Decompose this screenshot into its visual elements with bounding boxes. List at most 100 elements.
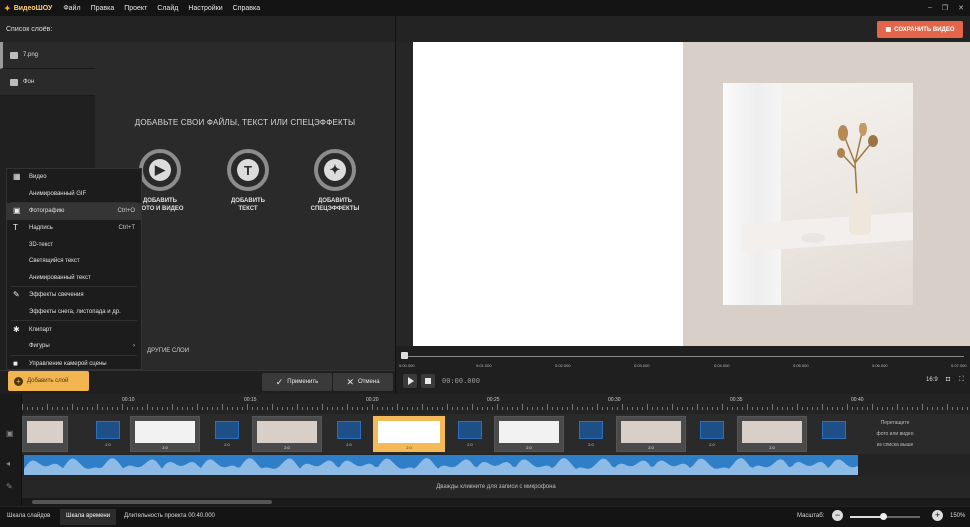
clip-duration: 2.0	[648, 445, 654, 450]
slide-clip[interactable]	[22, 416, 68, 452]
layer-item-background[interactable]: Фон	[0, 69, 95, 96]
clapper-icon: ▶	[149, 159, 171, 181]
play-button[interactable]	[403, 374, 417, 388]
menu-item-3d-text[interactable]: 3D-текст	[7, 236, 141, 253]
transition-clip[interactable]: 2.0	[458, 421, 482, 447]
transition-clip[interactable]	[822, 421, 846, 439]
clip-duration: 2.0	[588, 442, 594, 447]
scrollbar-thumb[interactable]	[32, 500, 272, 504]
ruler-tick	[412, 407, 413, 410]
menu-item-animated-text[interactable]: Анимированный текст	[7, 270, 141, 287]
maximize-icon[interactable]: ❐	[942, 4, 948, 12]
slide-clip[interactable]: 2.0	[130, 416, 200, 452]
ruler-tick	[947, 404, 948, 410]
slide-clip[interactable]: 2.0	[737, 416, 807, 452]
transition-clip[interactable]: 2.0	[337, 421, 361, 447]
menu-item-shapes[interactable]: Фигуры ›	[7, 338, 141, 355]
ruler-tick	[532, 407, 533, 410]
ruler-tick	[297, 404, 298, 410]
app-window: ✦ ВидеоШОУ Файл Правка Проект Слайд Наст…	[0, 0, 970, 527]
menu-item-gif[interactable]: Анимированный GIF	[7, 186, 141, 203]
ruler-tick	[252, 407, 253, 410]
menu-item-photo[interactable]: ▣ Фотографию Ctrl+O	[7, 203, 141, 220]
tab-slide-timeline[interactable]: Шкала слайдов	[4, 511, 53, 523]
add-effects-button[interactable]: ✦ ДОБАВИТЬ СПЕЦЭФФЕКТЫ	[300, 149, 370, 213]
scrub-handle[interactable]	[401, 352, 408, 359]
ruler-tick	[67, 407, 68, 410]
scrub-track[interactable]	[404, 356, 964, 357]
minimize-icon[interactable]: –	[928, 4, 932, 12]
menu-item-label: 3D-текст	[29, 241, 54, 248]
magic-wand-icon: ✎	[13, 290, 20, 300]
zoom-slider-knob[interactable]	[879, 513, 887, 520]
menu-item-snow-effects[interactable]: Эффекты снега, листопада и др.	[7, 304, 141, 321]
menu-item-glow-effects[interactable]: ✎ Эффекты свечения	[7, 287, 141, 304]
waveform-path	[24, 458, 858, 475]
ruler-tick	[707, 407, 708, 410]
ruler-tick	[767, 407, 768, 410]
ruler-tick	[372, 404, 373, 410]
ruler-tick	[77, 407, 78, 410]
apply-button[interactable]: ✓ Применить	[262, 373, 332, 391]
ruler-tick	[512, 407, 513, 410]
ruler-tick	[267, 407, 268, 410]
menu-project[interactable]: Проект	[119, 5, 152, 12]
ruler-tick	[522, 404, 523, 410]
slide-clip[interactable]: 2.0	[252, 416, 322, 452]
slide-clip[interactable]: 2.0	[494, 416, 564, 452]
zoom-in-button[interactable]: +	[932, 510, 943, 521]
cancel-button[interactable]: ✕ Отмена	[333, 373, 393, 391]
menu-edit[interactable]: Правка	[86, 5, 120, 12]
clip-duration: 2.0	[467, 442, 473, 447]
menu-file[interactable]: Файл	[58, 5, 85, 12]
stop-button[interactable]	[421, 374, 435, 388]
close-icon[interactable]: ✕	[958, 4, 964, 12]
layer-list-header: Список слоёв:	[0, 16, 95, 42]
menu-slide[interactable]: Слайд	[152, 5, 183, 12]
save-video-button[interactable]: ▦ СОХРАНИТЬ ВИДЕО	[877, 21, 963, 38]
menu-item-caption[interactable]: T Надпись Ctrl+T	[7, 220, 141, 237]
preview-photo[interactable]	[723, 83, 913, 305]
zoom-out-button[interactable]: −	[832, 510, 843, 521]
menu-item-clipart[interactable]: ✱ Клипарт	[7, 321, 141, 338]
fullscreen-icon[interactable]: ⛶	[959, 376, 964, 384]
preview-canvas-left[interactable]	[413, 42, 683, 346]
ruler-tick	[322, 404, 323, 410]
transition-clip[interactable]: 2.0	[215, 421, 239, 447]
add-text-button[interactable]: T ДОБАВИТЬ ТЕКСТ	[213, 149, 283, 213]
ruler-tick	[417, 407, 418, 410]
ruler-label: 00:20	[366, 397, 379, 403]
menu-item-video[interactable]: ▦ Видео	[7, 169, 141, 186]
ruler-tick	[197, 404, 198, 410]
aspect-ratio[interactable]: 16:9	[926, 377, 938, 383]
transition-clip[interactable]: 2.0	[700, 421, 724, 447]
ruler-tick	[47, 404, 48, 410]
timeline-scrollbar[interactable]	[22, 498, 970, 506]
ruler-tick	[187, 407, 188, 410]
ruler-tick	[737, 407, 738, 410]
menu-item-label: Эффекты снега, листопада и др.	[29, 309, 121, 316]
transition-clip[interactable]: 2.0	[96, 421, 120, 447]
slide-clip[interactable]: 2.0	[616, 416, 686, 452]
add-layer-button[interactable]: + Добавить слой	[8, 371, 89, 391]
audio-waveform[interactable]	[24, 455, 858, 475]
tab-time-timeline[interactable]: Шкала времени	[60, 509, 117, 525]
screenshot-icon[interactable]: ◘	[946, 376, 950, 383]
menu-settings[interactable]: Настройки	[183, 5, 227, 12]
menu-item-glowing-text[interactable]: Светящийся текст	[7, 253, 141, 270]
menu-help[interactable]: Справка	[228, 5, 265, 12]
slide-clip-selected[interactable]: 2.0	[373, 416, 445, 452]
add-effects-circle: ✦	[314, 149, 356, 191]
ruler-tick	[582, 407, 583, 410]
layer-item-image[interactable]: 7.png	[0, 42, 95, 69]
add-effects-label-2: СПЕЦЭФФЕКТЫ	[310, 206, 360, 212]
ruler-tick	[932, 407, 933, 410]
slide-thumbnail	[621, 421, 681, 443]
transition-clip[interactable]: 2.0	[579, 421, 603, 447]
other-layers-link[interactable]: ДРУГИЕ СЛОИ	[147, 348, 189, 354]
ruler-tick	[647, 404, 648, 410]
layer-item-label: 7.png	[23, 52, 39, 58]
ruler-tick	[312, 407, 313, 410]
ruler-tick	[387, 407, 388, 410]
play-icon	[408, 377, 414, 385]
